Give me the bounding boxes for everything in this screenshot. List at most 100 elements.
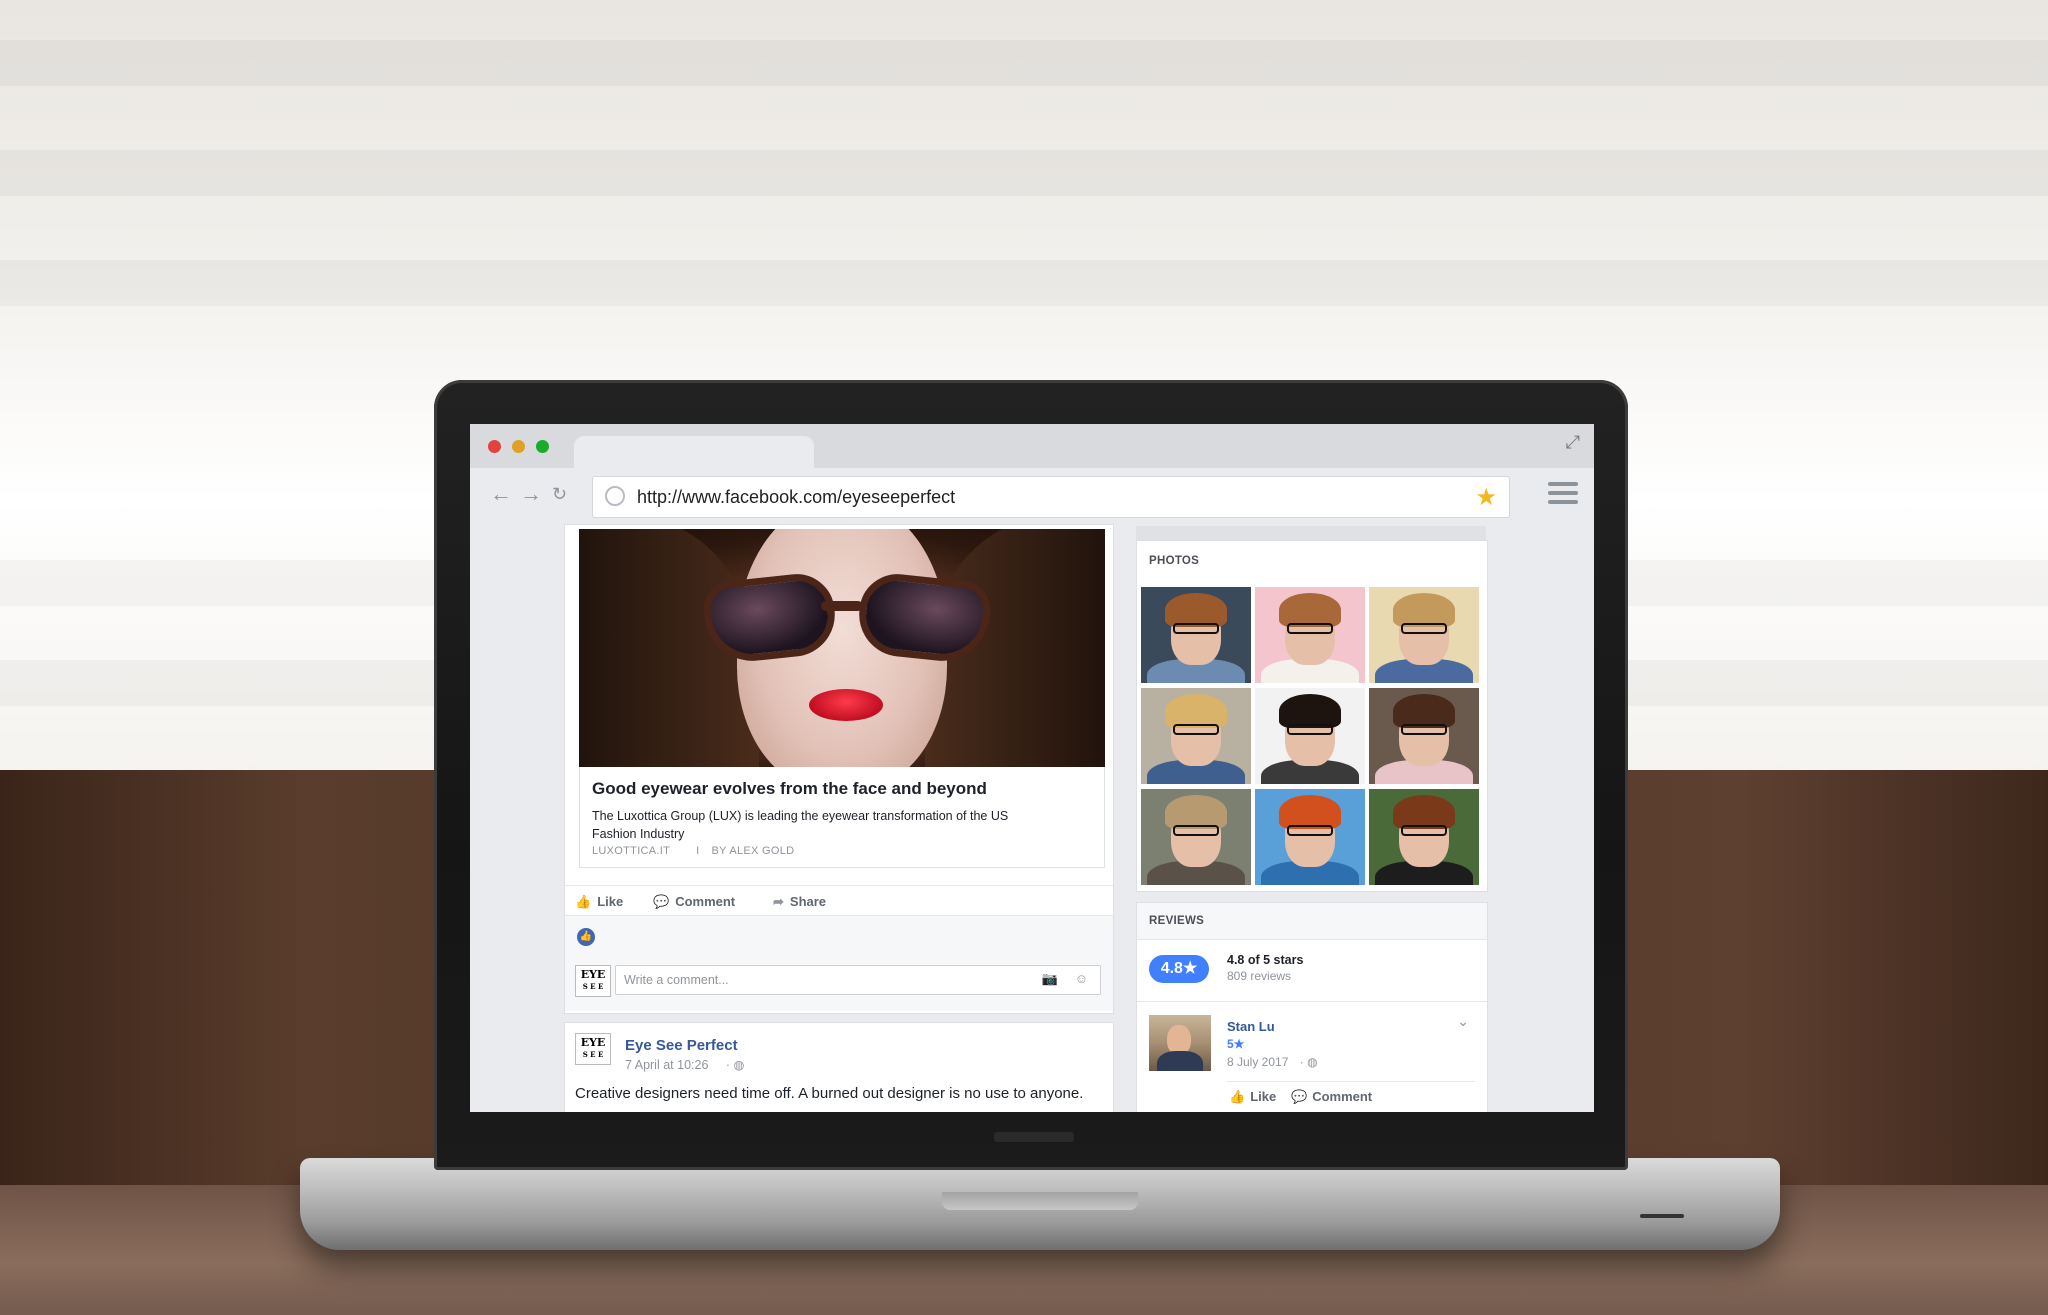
visibility-separator: ·	[725, 1058, 731, 1072]
hamburger-menu-icon[interactable]	[1548, 482, 1578, 509]
window-close-button[interactable]	[488, 440, 501, 453]
page-logo-line2: S E E	[582, 1050, 604, 1059]
status-post: EYE S E E Eye See Perfect 7 April at 10:…	[564, 1022, 1114, 1112]
post-author[interactable]: Eye See Perfect	[625, 1037, 738, 1054]
review-comment-label: Comment	[1312, 1089, 1373, 1104]
photo-glasses	[1173, 724, 1219, 735]
sidebar-top-strip	[1136, 526, 1486, 540]
review-count[interactable]: 809 reviews	[1227, 969, 1291, 983]
speech-bubble-icon: 💬	[1291, 1089, 1308, 1104]
browser-tab[interactable]	[574, 436, 814, 468]
reactions-row: 👍	[565, 915, 1113, 956]
review-like-button[interactable]: 👍 Like	[1229, 1089, 1276, 1105]
photo-glasses	[1401, 724, 1447, 735]
globe-icon	[605, 486, 625, 506]
emoji-icon[interactable]: ☺	[1075, 971, 1088, 986]
photos-section: PHOTOS	[1136, 540, 1488, 892]
star-icon[interactable]: ★	[1475, 483, 1497, 512]
post-hero-image[interactable]	[579, 529, 1105, 767]
arrow-right-icon[interactable]: →	[520, 482, 542, 506]
photo-tile[interactable]	[1255, 789, 1365, 885]
page-logo-line1: EYE	[580, 968, 606, 981]
link-source: LUXOTTICA.IT	[592, 845, 671, 857]
photo-hair	[1279, 795, 1341, 829]
laptop-notch	[942, 1192, 1138, 1210]
photo-glasses	[1287, 825, 1333, 836]
comment-input[interactable]: Write a comment... 📷 ☺	[615, 965, 1101, 995]
comment-composer: EYE S E E Write a comment... 📷 ☺	[565, 955, 1113, 1011]
laptop-screen: ⤢ ← → ↻ http://www.facebook.com/eyeseepe…	[470, 424, 1594, 1112]
window-zoom-button[interactable]	[536, 440, 549, 453]
photos-title[interactable]: PHOTOS	[1149, 555, 1199, 567]
photo-glasses	[1287, 724, 1333, 735]
hero-lips	[809, 689, 883, 721]
laptop-bezel-logo	[994, 1132, 1074, 1142]
visibility-separator: ·	[1299, 1055, 1304, 1069]
window-minimize-button[interactable]	[512, 440, 525, 453]
photo-tile[interactable]	[1141, 688, 1251, 784]
share-button[interactable]: ➦ Share	[773, 894, 826, 910]
like-label: Like	[597, 894, 624, 909]
photo-glasses	[1287, 623, 1333, 634]
thumbs-up-icon: 👍	[1229, 1089, 1246, 1104]
link-preview[interactable]: Good eyewear evolves from the face and b…	[579, 767, 1105, 868]
comment-button[interactable]: 💬 Comment	[653, 894, 735, 910]
photo-hair	[1393, 694, 1455, 728]
browser-toolbar: ← → ↻ http://www.facebook.com/eyeseeperf…	[470, 468, 1594, 525]
reviews-header: REVIEWS	[1137, 903, 1487, 940]
like-reaction-icon[interactable]: 👍	[577, 928, 595, 946]
photo-hair	[1279, 593, 1341, 627]
post-date[interactable]: 7 April at 10:26	[625, 1058, 708, 1072]
reviewer-name[interactable]: Stan Lu	[1227, 1019, 1275, 1034]
chevron-down-icon[interactable]: ⌄	[1457, 1013, 1469, 1030]
hero-sunglasses-bridge	[821, 601, 863, 611]
photo-tile[interactable]	[1141, 789, 1251, 885]
review-date[interactable]: 8 July 2017	[1227, 1055, 1288, 1069]
like-button[interactable]: 👍 Like	[575, 894, 623, 910]
camera-icon[interactable]: 📷	[1042, 971, 1058, 987]
page-avatar[interactable]: EYE S E E	[575, 1033, 611, 1065]
photo-glasses	[1401, 623, 1447, 634]
rating-badge: 4.8★	[1149, 955, 1209, 983]
address-bar[interactable]: http://www.facebook.com/eyeseeperfect ★	[592, 476, 1510, 518]
browser-titlebar: ⤢	[470, 424, 1594, 468]
reload-icon[interactable]: ↻	[552, 482, 567, 506]
photo-tile[interactable]	[1369, 587, 1479, 683]
link-post: Good eyewear evolves from the face and b…	[564, 524, 1114, 1014]
photo-tile[interactable]	[1369, 688, 1479, 784]
comment-label: Comment	[675, 894, 736, 909]
photo-tile[interactable]	[1369, 789, 1479, 885]
review-comment-button[interactable]: 💬 Comment	[1291, 1089, 1372, 1105]
photo-glasses	[1173, 623, 1219, 634]
photo-hair	[1393, 593, 1455, 627]
photo-tile[interactable]	[1255, 688, 1365, 784]
photo-tile[interactable]	[1255, 587, 1365, 683]
reviews-title[interactable]: REVIEWS	[1149, 915, 1204, 927]
url-text[interactable]: http://www.facebook.com/eyeseeperfect	[637, 487, 955, 508]
review-stars: 5★	[1227, 1037, 1245, 1051]
reviewer-avatar[interactable]	[1149, 1015, 1211, 1071]
link-byline: BY ALEX GOLD	[711, 845, 795, 857]
laptop-led	[1640, 1214, 1684, 1218]
page-content: Good eyewear evolves from the face and b…	[470, 524, 1594, 1112]
globe-icon: ◍	[733, 1058, 745, 1072]
photo-hair	[1165, 795, 1227, 829]
share-arrow-icon: ➦	[773, 894, 784, 909]
link-meta: LUXOTTICA.IT I BY ALEX GOLD	[592, 845, 794, 857]
page-logo-line2: S E E	[582, 982, 604, 991]
expand-icon[interactable]: ⤢	[1566, 432, 1580, 453]
globe-icon: ◍	[1307, 1055, 1318, 1069]
thumbs-up-icon: 👍	[575, 894, 592, 909]
review-date-line: 8 July 2017 · ◍	[1227, 1055, 1318, 1069]
photo-hair	[1165, 593, 1227, 627]
photo-tile[interactable]	[1141, 587, 1251, 683]
laptop-base	[300, 1158, 1780, 1250]
window-blind	[0, 260, 2048, 306]
link-title[interactable]: Good eyewear evolves from the face and b…	[592, 779, 987, 799]
photo-hair	[1393, 795, 1455, 829]
reviewer-body	[1157, 1051, 1203, 1071]
post-actions: 👍 Like 💬 Comment ➦ Share	[565, 885, 1113, 916]
arrow-left-icon[interactable]: ←	[490, 482, 512, 506]
speech-bubble-icon: 💬	[653, 894, 670, 909]
divider	[1137, 1001, 1487, 1002]
